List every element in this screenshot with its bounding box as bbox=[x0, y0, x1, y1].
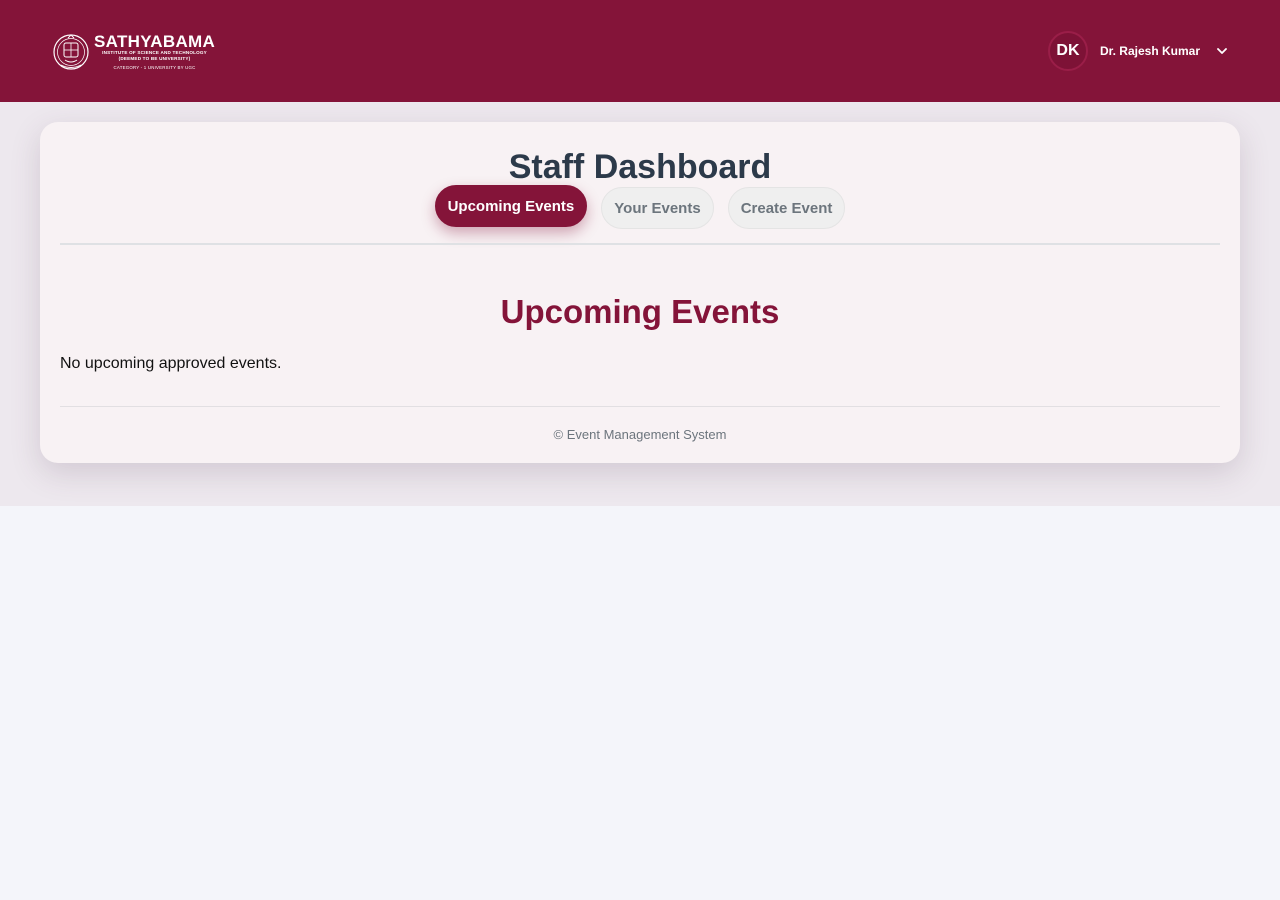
logo-tagline: CATEGORY - 1 UNIVERSITY BY UGC bbox=[113, 65, 196, 70]
dashboard-tabs: Upcoming Events Your Events Create Event bbox=[40, 185, 1240, 229]
avatar[interactable]: DK bbox=[1047, 31, 1088, 71]
tab-create-event[interactable]: Create Event bbox=[727, 187, 846, 229]
university-emblem-icon bbox=[52, 32, 90, 72]
section-title: Upcoming Events bbox=[500, 293, 780, 330]
university-logo[interactable]: SATHYABAMA INSTITUTE OF SCIENCE AND TECH… bbox=[52, 31, 227, 73]
chevron-down-icon[interactable] bbox=[1216, 45, 1228, 57]
user-name[interactable]: Dr. Rajesh Kumar bbox=[1100, 44, 1200, 58]
footer-divider bbox=[60, 406, 1220, 407]
logo-subtitle: (DEEMED TO BE UNIVERSITY) bbox=[118, 56, 191, 61]
empty-state-message: No upcoming approved events. bbox=[60, 355, 282, 372]
user-menu[interactable]: DK Dr. Rajesh Kumar bbox=[1047, 30, 1228, 72]
top-navbar: SATHYABAMA INSTITUTE OF SCIENCE AND TECH… bbox=[0, 0, 1280, 102]
logo-wordmark: SATHYABAMA bbox=[94, 32, 216, 51]
page-title: Staff Dashboard bbox=[508, 148, 772, 186]
dashboard-card: Staff Dashboard Upcoming Events Your Eve… bbox=[40, 122, 1240, 463]
tab-upcoming-events[interactable]: Upcoming Events bbox=[434, 185, 588, 227]
tabs-divider bbox=[60, 243, 1220, 245]
footer-text: © Event Management System bbox=[553, 427, 727, 442]
tab-your-events[interactable]: Your Events bbox=[601, 187, 714, 229]
